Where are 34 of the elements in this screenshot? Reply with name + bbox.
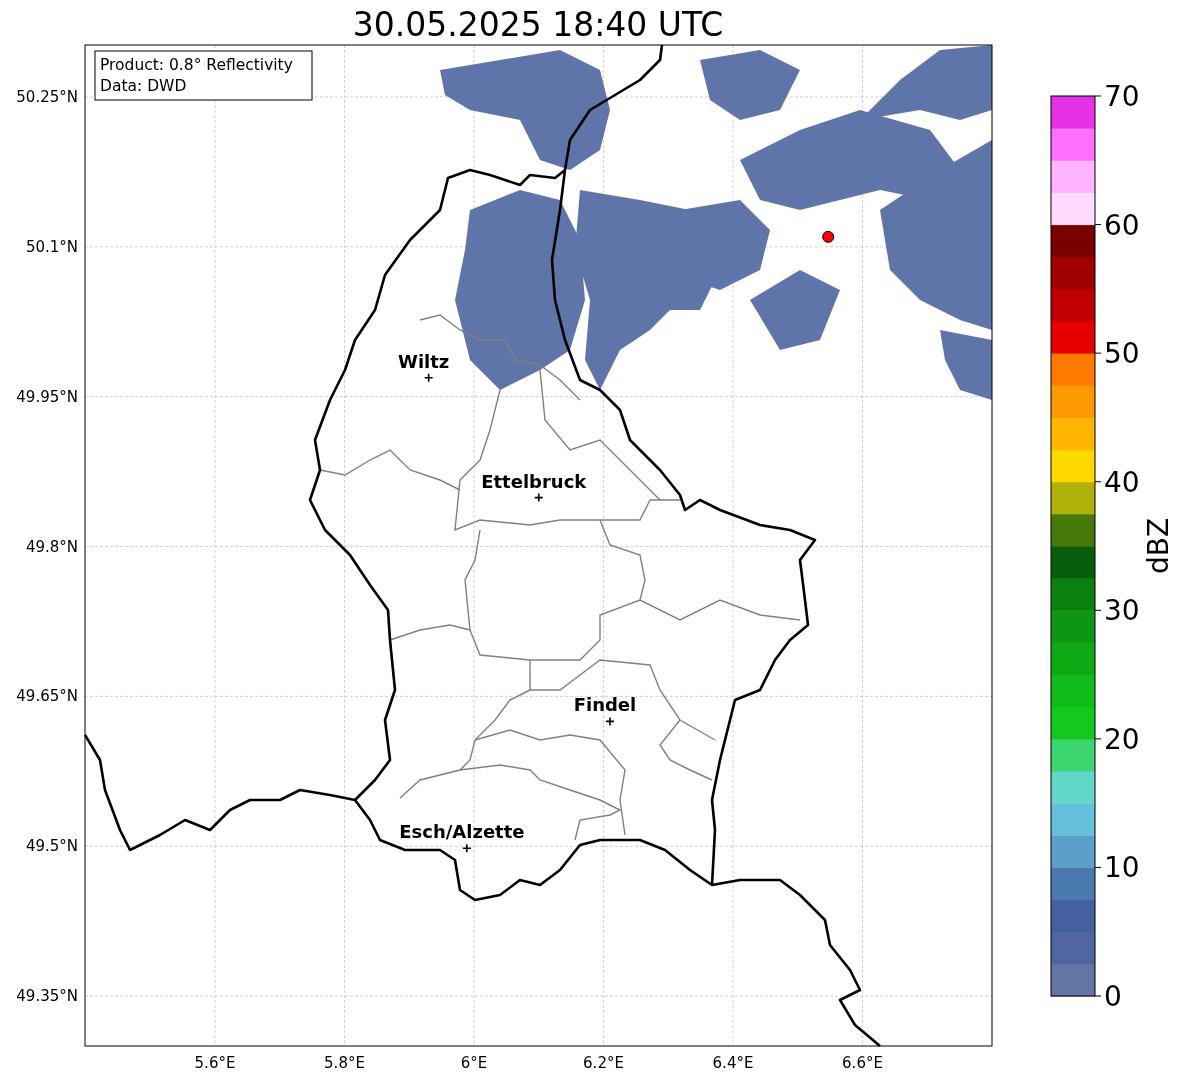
latitude-tick-label: 49.5°N [25,837,78,856]
city-marker-icon [533,492,544,503]
colorbar-tick-label: 50 [1104,337,1140,371]
city-label: Esch/Alzette [399,821,525,843]
latitude-tick-label: 50.1°N [25,237,78,256]
colorbar-tick-label: 0 [1104,980,1122,1013]
longitude-tick-label: 5.6°E [194,1054,236,1072]
longitude-tick-label: 5.8°E [324,1054,365,1072]
city-label: Findel [573,694,637,716]
colorbar-tick-label: 20 [1104,722,1140,756]
city-label: Ettelbruck [481,470,587,492]
city-marker-icon [462,843,472,854]
longitude-tick-label: 6°E [460,1054,488,1072]
city-marker-icon [423,372,434,383]
colorbar-label: dBZ [1142,517,1175,575]
city-marker-icon [605,716,615,727]
longitude-tick-label: 6.6°E [842,1054,883,1072]
latitude-tick-label: 49.8°N [25,537,78,556]
longitude-tick-label: 6.4°E [712,1054,754,1072]
chart-title: 30.05.2025 18:40 UTC [352,5,724,44]
info-text: Data: DWD [100,77,187,95]
colorbar-tick-label: 40 [1104,465,1140,499]
colorbar-tick-label: 10 [1104,851,1140,885]
colorbar-tick-label: 60 [1104,208,1140,242]
latitude-tick-label: 50.25°N [16,88,78,106]
colorbar-tick-label: 30 [1104,594,1140,628]
radar-site-icon [822,230,835,243]
longitude-tick-label: 6.2°E [583,1054,624,1072]
latitude-tick-label: 49.35°N [16,987,78,1006]
latitude-tick-label: 49.65°N [16,687,78,706]
info-text: Product: 0.8° Reflectivity [100,56,293,74]
latitude-tick-label: 49.95°N [16,387,78,406]
colorbar-tick-label: 70 [1104,80,1140,113]
city-label: Wiltz [398,350,450,372]
